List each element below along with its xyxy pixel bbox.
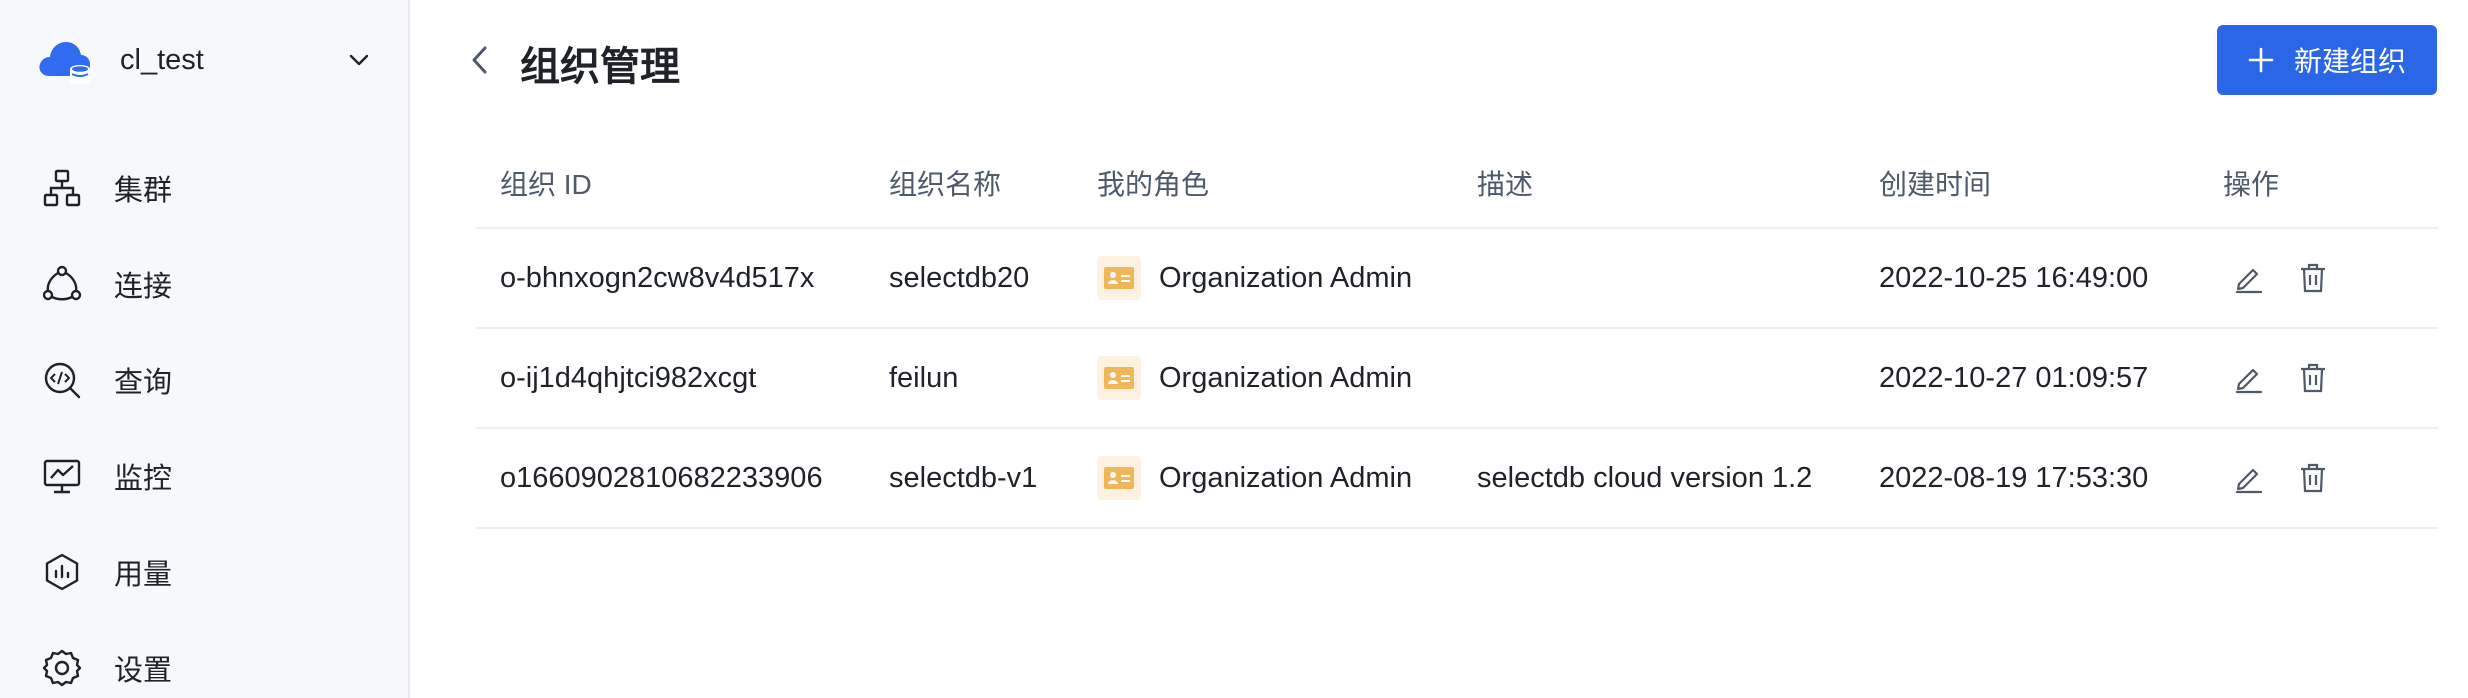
- sidebar-item-label: 用量: [114, 559, 173, 591]
- org-switcher[interactable]: cl_test: [36, 28, 386, 92]
- id-card-icon: [1097, 456, 1141, 500]
- actions-cell: [2199, 460, 2438, 496]
- org-name-cell: feilun: [889, 361, 959, 394]
- edit-icon[interactable]: [2231, 260, 2267, 296]
- role-cell: Organization Admin: [1073, 356, 1453, 400]
- table-row: o-ij1d4qhjtci982xcgt feilun Organization…: [476, 329, 2438, 429]
- sidebar-item-connection[interactable]: 连接: [0, 236, 408, 332]
- organization-table: 组织 ID 组织名称 我的角色 描述 创建时间 操作 o-bhnxogn2cw8…: [476, 138, 2438, 529]
- cluster-icon: [42, 168, 82, 208]
- role-label: Organization Admin: [1159, 261, 1413, 294]
- org-name-cell: selectdb-v1: [889, 461, 1038, 494]
- back-button[interactable]: [462, 40, 498, 80]
- created-time-cell: 2022-10-25 16:49:00: [1879, 261, 2149, 294]
- main-content: 组织管理 新建组织 组织 ID 组织名称 我的角色 描述 创建时间 操作 o-b…: [410, 0, 2468, 698]
- column-header-org-name: 组织名称: [889, 168, 1002, 200]
- new-organization-label: 新建组织: [2293, 46, 2406, 77]
- actions-cell: [2199, 360, 2438, 396]
- sidebar-item-query[interactable]: 查询: [0, 332, 408, 428]
- table-row: o-bhnxogn2cw8v4d517x selectdb20 Organiza…: [476, 229, 2438, 329]
- query-icon: [42, 360, 82, 400]
- monitor-icon: [42, 456, 82, 496]
- page-title: 组织管理: [520, 45, 680, 89]
- org-name-cell: selectdb20: [889, 261, 1030, 294]
- edit-icon[interactable]: [2231, 360, 2267, 396]
- sidebar-item-label: 查询: [114, 367, 173, 399]
- role-cell: Organization Admin: [1073, 456, 1453, 500]
- role-label: Organization Admin: [1159, 361, 1413, 394]
- id-card-icon: [1097, 356, 1141, 400]
- sidebar-item-monitor[interactable]: 监控: [0, 428, 408, 524]
- column-header-actions: 操作: [2223, 168, 2280, 200]
- column-header-my-role: 我的角色: [1097, 168, 1210, 200]
- table-row: o1660902810682233906 selectdb-v1 Organiz…: [476, 429, 2438, 529]
- org-id-cell: o-ij1d4qhjtci982xcgt: [500, 361, 757, 394]
- edit-icon[interactable]: [2231, 460, 2267, 496]
- table-header: 组织 ID 组织名称 我的角色 描述 创建时间 操作: [476, 138, 2438, 229]
- actions-cell: [2199, 260, 2438, 296]
- role-cell: Organization Admin: [1073, 256, 1453, 300]
- id-card-icon: [1097, 256, 1141, 300]
- chevron-down-icon: [349, 54, 369, 66]
- description-cell: selectdb cloud version 1.2: [1477, 461, 1813, 494]
- role-label: Organization Admin: [1159, 461, 1413, 494]
- created-time-cell: 2022-10-27 01:09:57: [1879, 361, 2149, 394]
- org-id-cell: o-bhnxogn2cw8v4d517x: [500, 261, 815, 294]
- org-name: cl_test: [120, 43, 204, 76]
- new-organization-button[interactable]: 新建组织: [2217, 25, 2437, 95]
- page-header: 组织管理 新建组织: [410, 0, 2468, 120]
- plus-icon: [2248, 47, 2274, 73]
- settings-icon: [42, 648, 82, 688]
- sidebar-item-label: 监控: [114, 463, 173, 495]
- chevron-left-icon: [472, 46, 487, 74]
- sidebar-item-usage[interactable]: 用量: [0, 524, 408, 620]
- sidebar-item-label: 连接: [114, 271, 173, 303]
- delete-icon[interactable]: [2295, 460, 2331, 496]
- connection-icon: [42, 264, 82, 304]
- delete-icon[interactable]: [2295, 360, 2331, 396]
- sidebar-item-cluster[interactable]: 集群: [0, 140, 408, 236]
- usage-icon: [42, 552, 82, 592]
- sidebar-item-label: 设置: [114, 655, 173, 687]
- sidebar-nav: 集群 连接 查询 监控 用量 设置: [0, 140, 408, 698]
- column-header-created-time: 创建时间: [1879, 168, 1992, 200]
- sidebar-item-settings[interactable]: 设置: [0, 620, 408, 698]
- sidebar: cl_test 集群 连接 查询 监控 用量 设置: [0, 0, 410, 698]
- column-header-description: 描述: [1477, 168, 1534, 200]
- delete-icon[interactable]: [2295, 260, 2331, 296]
- created-time-cell: 2022-08-19 17:53:30: [1879, 461, 2149, 494]
- sidebar-item-label: 集群: [114, 175, 173, 207]
- cloud-database-icon: [39, 42, 90, 84]
- column-header-org-id: 组织 ID: [500, 168, 592, 200]
- org-id-cell: o1660902810682233906: [500, 461, 823, 494]
